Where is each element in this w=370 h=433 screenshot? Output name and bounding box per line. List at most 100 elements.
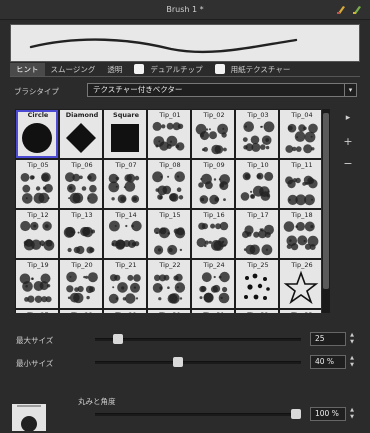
brush-tip-tile[interactable]: Tip_04 <box>280 110 321 158</box>
brush-tip-tile[interactable]: Tip_31 <box>192 310 234 313</box>
brush-tip-shape <box>195 123 228 155</box>
brush-tip-name: Tip_21 <box>115 261 137 269</box>
brush-tip-name: Tip_03 <box>247 111 269 119</box>
brush-type-select[interactable]: テクスチャー付きベクター ▾ <box>87 83 357 97</box>
tab-smoothing[interactable]: スムージング <box>45 63 102 76</box>
tab-bar: ヒント スムージング 透明 デュアルチップ 用紙テクスチャー <box>10 62 296 76</box>
roundness-track[interactable] <box>95 413 301 416</box>
brush-tip-name: Tip_14 <box>115 211 137 219</box>
brush-tip-tile[interactable]: Tip_06 <box>60 160 102 208</box>
brush-tip-tile[interactable]: Tip_28 <box>60 310 102 313</box>
brush-tip-tile[interactable]: Diamond <box>60 110 102 158</box>
max-size-track[interactable] <box>95 338 301 341</box>
brush-tip-tile[interactable]: Tip_27 <box>16 310 58 313</box>
dual-tip-checkbox[interactable] <box>134 64 145 74</box>
brush-tip-name: Tip_31 <box>194 311 234 313</box>
brush-tip-shape <box>196 221 229 251</box>
brush-tip-tile[interactable]: Tip_11 <box>280 160 321 208</box>
brush-tip-tile[interactable]: Tip_07 <box>104 160 146 208</box>
brush-tip-tile[interactable]: Tip_32 <box>236 310 278 313</box>
brush-tip-tile[interactable]: Tip_14 <box>104 210 146 258</box>
brush-tip-tile[interactable]: Tip_22 <box>148 260 190 308</box>
brush-tip-tile[interactable]: Tip_15 <box>148 210 190 258</box>
brush-tip-name: Tip_02 <box>203 111 225 119</box>
brush-tip-name: Tip_25 <box>247 261 269 269</box>
brush-tip-name: Tip_11 <box>291 161 313 169</box>
brush-tip-shape <box>63 226 95 255</box>
brush-tip-shape <box>66 123 96 153</box>
max-size-stepper[interactable]: ▲ ▼ <box>348 332 356 346</box>
brush-tip-name: Tip_19 <box>27 261 49 269</box>
paper-texture-checkbox[interactable] <box>214 64 225 74</box>
brush-tip-name: Square <box>113 111 139 119</box>
tip-menu-icon[interactable]: ▸ <box>342 112 354 124</box>
brush-tip-tile[interactable]: Tip_19 <box>16 260 58 308</box>
brush-tip-tile[interactable]: Tip_05 <box>16 160 58 208</box>
brush-tip-tile[interactable]: Tip_24 <box>192 260 234 308</box>
brush-tip-tile[interactable]: Tip_20 <box>60 260 102 308</box>
brush-tip-shape <box>283 221 319 251</box>
brush-tip-tile[interactable]: Tip_10 <box>236 160 278 208</box>
brush-tip-tile[interactable]: Tip_13 <box>60 210 102 258</box>
scrollbar-thumb[interactable] <box>323 113 329 289</box>
min-size-track[interactable] <box>95 361 301 364</box>
brush-tip-shape <box>244 273 270 300</box>
max-size-label: 最大サイズ <box>16 336 54 345</box>
min-size-label: 最小サイズ <box>16 359 54 368</box>
roundness-slider-knob[interactable] <box>291 409 301 419</box>
brush-tip-tile[interactable]: Tip_17 <box>236 210 278 258</box>
remove-tip-icon[interactable]: − <box>342 158 354 170</box>
tab-dual-tip[interactable]: デュアルチップ <box>128 63 208 76</box>
tip-grid-scrollbar[interactable] <box>322 109 330 313</box>
brush-tip-tile[interactable]: Tip_21 <box>104 260 146 308</box>
window-title: Brush 1 * <box>166 5 204 14</box>
roundness-label: 丸みと角度 <box>78 397 116 406</box>
brush-tip-tile[interactable]: Tip_25 <box>236 260 278 308</box>
add-tip-icon[interactable]: + <box>342 136 354 148</box>
brush-tip-tile[interactable]: Tip_29 <box>104 310 146 313</box>
brush-tip-name: Tip_24 <box>203 261 225 269</box>
tab-hint[interactable]: ヒント <box>10 62 45 76</box>
brush-library-icon[interactable] <box>352 4 362 15</box>
brush-tip-tile[interactable]: Circle <box>16 110 58 158</box>
brush-tip-tile[interactable]: Tip_03 <box>236 110 278 158</box>
brush-tip-shape <box>20 172 53 204</box>
brush-tip-tile[interactable]: Tip_02 <box>192 110 234 158</box>
max-size-slider-knob[interactable] <box>112 334 123 344</box>
brush-tip-tile[interactable]: Tip_09 <box>192 160 234 208</box>
brush-tip-shape <box>152 171 185 202</box>
brush-tip-name: Tip_20 <box>71 261 93 269</box>
roundness-preview[interactable] <box>12 404 46 432</box>
brush-tip-tile[interactable]: Tip_01 <box>148 110 190 158</box>
brush-tip-name: Tip_17 <box>247 211 269 219</box>
brush-tip-tile[interactable]: Tip_16 <box>192 210 234 258</box>
max-size-input[interactable]: 25 <box>310 332 346 346</box>
tip-grid: Circle Diamond Square Tip_01 Tip_02 Tip_03 Tip… <box>15 109 321 313</box>
roundness-input[interactable]: 100 % <box>310 407 346 421</box>
roundness-stepper[interactable]: ▲ ▼ <box>348 407 356 421</box>
min-size-stepper[interactable]: ▲ ▼ <box>348 355 356 369</box>
tab-transparency[interactable]: 透明 <box>101 63 128 76</box>
brush-tip-tile[interactable]: Tip_26 <box>280 260 321 308</box>
brush-tip-tile[interactable]: Tip_08 <box>148 160 190 208</box>
brush-tip-tile[interactable]: Tip_33 <box>280 310 321 313</box>
brush-tip-tile[interactable]: Tip_30 <box>148 310 190 313</box>
brush-tip-shape <box>285 123 318 154</box>
min-size-input[interactable]: 40 % <box>310 355 346 369</box>
brush-tip-name: Tip_13 <box>71 211 93 219</box>
brush-tip-name: Tip_01 <box>159 111 181 119</box>
brush-tip-name: Tip_16 <box>203 211 225 219</box>
brush-settings-icon[interactable] <box>336 4 346 15</box>
brush-tip-tile[interactable]: Square <box>104 110 146 158</box>
brush-tip-name: Tip_06 <box>71 161 93 169</box>
brush-tip-tile[interactable]: Tip_12 <box>16 210 58 258</box>
chevron-down-icon[interactable]: ▾ <box>344 84 356 96</box>
tab-paper-texture[interactable]: 用紙テクスチャー <box>209 63 297 76</box>
min-size-slider-knob[interactable] <box>173 357 184 367</box>
brush-tip-shape <box>242 121 275 152</box>
brush-tip-name: Tip_26 <box>291 261 313 269</box>
brush-tip-shape <box>111 124 139 152</box>
brush-tip-tile[interactable]: Tip_18 <box>280 210 321 258</box>
brush-tip-shape <box>285 175 318 206</box>
brush-tip-shape <box>109 220 142 250</box>
